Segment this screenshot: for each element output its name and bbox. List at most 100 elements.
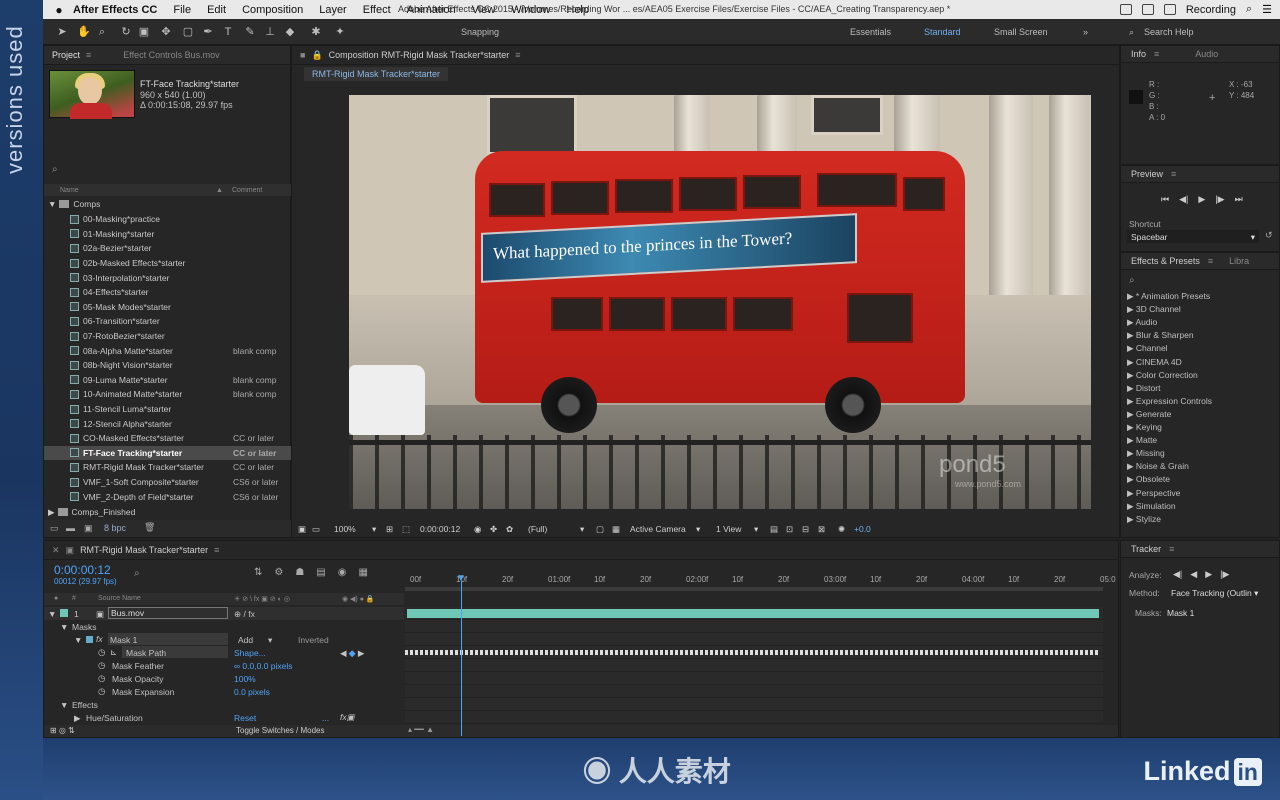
project-item[interactable]: 06-Transition*starter [44,314,291,329]
zoom-tool-icon[interactable]: ⌕ [95,25,109,39]
grid-icon[interactable]: ⊞ [386,524,393,535]
graph-editor-icon[interactable]: ▦ [359,567,368,578]
toggle-switches-modes[interactable]: Toggle Switches / Modes [236,726,325,735]
timeline-timecode[interactable]: 0:00:00:12 [54,563,111,577]
effect-category[interactable]: ▶ Matte [1127,435,1157,446]
mask-mode-select[interactable]: Add [238,635,253,645]
clone-tool-icon[interactable]: ⊥ [263,25,277,39]
tab-composition[interactable]: Composition RMT-Rigid Mask Tracker*start… [329,50,510,60]
mask-opacity-row[interactable]: ◷ Mask Opacity 100% [44,672,404,685]
menu-effect[interactable]: Effect [355,4,399,16]
effect-category[interactable]: ▶ Stylize [1127,514,1161,525]
type-tool-icon[interactable]: T [221,25,235,39]
project-item[interactable]: CO-Masked Effects*starter CC or later [44,431,291,446]
current-time[interactable]: 0:00:00:12 [420,524,460,534]
menu-app[interactable]: After Effects CC [67,4,165,16]
search-help-icon[interactable]: ⌕ [1129,27,1134,38]
exposure-reset-icon[interactable]: ✺ [838,524,845,535]
mask-feather-value[interactable]: ∞ 0.0,0.0 pixels [234,661,293,671]
draft-3d-icon[interactable]: ⚙ [274,567,283,578]
effect-category[interactable]: ▶ Generate [1127,409,1171,420]
view-layout-select[interactable]: 1 View [716,524,741,534]
mask-opacity-value[interactable]: 100% [234,674,256,684]
wifi-icon[interactable] [1141,4,1154,15]
fx-toggle-icon[interactable]: fx▣ [340,712,355,723]
keyframe-nav[interactable]: ◀ ◆ ▶ [340,648,364,659]
brush-tool-icon[interactable]: ✎ [243,25,257,39]
mask-1-row[interactable]: ▼ fx Mask 1 Add ▾ Inverted [44,633,404,646]
stopwatch-icon[interactable]: ◷ [98,673,105,684]
folder-comps-finished[interactable]: ▶ Comps_Finished [44,505,291,520]
show-snapshot-icon[interactable]: ✤ [490,524,497,535]
menu-file[interactable]: File [165,4,199,16]
comp-menu-icon[interactable]: ≡ [515,50,520,60]
mask-path-value[interactable]: Shape... [234,648,266,658]
flowchart-icon[interactable]: ⊠ [818,524,825,535]
analyze-backward-icon[interactable]: ◀ [1190,569,1197,580]
camera-dropdown-icon[interactable]: ▾ [696,524,700,535]
effects-group[interactable]: ▼ Effects [44,698,404,711]
project-item[interactable]: 05-Mask Modes*starter [44,300,291,315]
hand-tool-icon[interactable]: ✋ [77,25,91,39]
workspace-essentials[interactable]: Essentials [850,27,891,37]
spotlight-icon[interactable]: ⌕ [1246,3,1252,16]
project-item[interactable]: 02a-Bezier*starter [44,241,291,256]
menu-layer[interactable]: Layer [311,4,355,16]
frame-blending-icon[interactable]: ▤ [316,567,325,578]
effect-category[interactable]: ▶ 3D Channel [1127,304,1181,315]
folder-comps[interactable]: ▼ Comps [44,197,291,212]
exposure-value[interactable]: +0.0 [854,524,871,534]
fast-preview-icon[interactable]: ⊡ [786,524,793,535]
inverted-checkbox[interactable]: Inverted [298,635,329,645]
footer-icons[interactable]: ⊞ ◎ ⇅ [50,726,75,735]
col-name[interactable]: Name [60,187,79,194]
reset-preview-icon[interactable]: ↺ [1265,230,1273,241]
playhead[interactable] [461,581,462,736]
project-item[interactable]: 04-Effects*starter [44,285,291,300]
trash-icon[interactable]: 🗑 [144,522,155,533]
pan-behind-tool-icon[interactable]: ✥ [159,25,173,39]
timeline-search-icon[interactable]: ⌕ [134,568,140,579]
mask-expansion-row[interactable]: ◷ Mask Expansion 0.0 pixels [44,685,404,698]
next-frame-icon[interactable]: |▶ [1215,194,1224,205]
tab-audio[interactable]: Audio [1195,49,1218,59]
effect-category[interactable]: ▶ Audio [1127,317,1157,328]
project-item[interactable]: FT-Face Tracking*starter CC or later [44,445,291,461]
roto-brush-tool-icon[interactable]: ✱ [309,25,323,39]
effect-category[interactable]: ▶ Blur & Sharpen [1127,330,1194,341]
last-frame-icon[interactable]: ⏭ [1235,194,1243,205]
effect-category[interactable]: ▶ Noise & Grain [1127,461,1189,472]
camera-select[interactable]: Active Camera [630,524,686,534]
project-item[interactable]: 07-RotoBezier*starter [44,329,291,344]
preview-toggle-icon[interactable]: ▣ [298,524,306,535]
comp-navigator-tab[interactable]: RMT-Rigid Mask Tracker*starter [304,67,449,81]
effect-category[interactable]: ▶ * Animation Presets [1127,291,1210,302]
monitor-icon[interactable]: ▭ [312,524,320,535]
tab-effect-controls[interactable]: Effect Controls Bus.mov [123,50,219,60]
tab-timeline[interactable]: RMT-Rigid Mask Tracker*starter [80,545,208,555]
work-area-bar[interactable] [405,587,1103,591]
preview-menu-icon[interactable]: ≡ [1171,169,1176,179]
stopwatch-icon[interactable]: ◷ [98,686,105,697]
pen-tool-icon[interactable]: ✒ [201,25,215,39]
info-menu-icon[interactable]: ≡ [1154,49,1159,59]
project-search-icon[interactable]: ⌕ [52,164,58,175]
tab-libraries[interactable]: Libra [1229,256,1249,266]
tab-project[interactable]: Project [52,50,80,60]
mask-visibility-icon[interactable]: ⬚ [402,524,410,535]
effect-category[interactable]: ▶ Channel [1127,343,1168,354]
channel-icon[interactable]: ✿ [506,524,513,535]
toggle-pixel-icon[interactable]: ▤ [770,524,778,535]
project-item[interactable]: 12-Stencil Alpha*starter [44,416,291,431]
camera-tool-icon[interactable]: ▣ [137,25,151,39]
snapshot-icon[interactable]: ◉ [474,524,481,535]
motion-blur-icon[interactable]: ◉ [338,567,347,578]
bpc-toggle[interactable]: 8 bpc [104,523,126,533]
first-frame-icon[interactable]: ⏮ [1161,194,1169,205]
selection-tool-icon[interactable]: ➤ [55,25,69,39]
effect-category[interactable]: ▶ Perspective [1127,488,1180,499]
project-item[interactable]: RMT-Rigid Mask Tracker*starter CC or late… [44,460,291,475]
timeline-icon[interactable]: ⊟ [802,524,809,535]
layer-duration-bar[interactable] [407,609,1099,618]
graph-icon[interactable]: ⊾ [110,647,117,658]
